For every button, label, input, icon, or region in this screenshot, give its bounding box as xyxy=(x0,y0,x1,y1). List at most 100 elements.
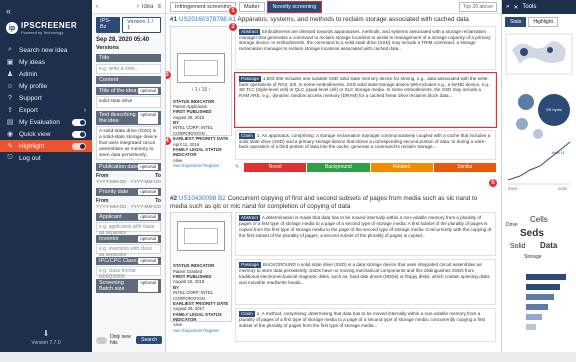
inventor-label: Inventor optional xyxy=(96,234,161,243)
year-start: 2003 xyxy=(508,186,518,191)
patent-body-1: ‹ 1 / 15 › STATUS INDICATOR Patent Appli… xyxy=(170,25,497,172)
passage-block-1[interactable]: Passage 1,503 000 includes one suitable S… xyxy=(234,71,497,128)
tab-stats[interactable]: Stats xyxy=(505,17,527,27)
nav-item-search-new-idea[interactable]: ⌕ Search new idea xyxy=(0,44,92,56)
svg-text:Storage: Storage xyxy=(524,254,542,260)
nav-item-highlight[interactable]: ✎ Highlight xyxy=(0,140,92,152)
brand-name: IPSCREENER xyxy=(21,21,78,30)
collapse-nav-icon[interactable]: « xyxy=(6,6,11,16)
patent-result-1: #1 US20160378798 A1 Apparatus, systems, … xyxy=(170,16,497,172)
bubble-chart: SK hynix xyxy=(516,94,570,139)
screening-tabs: Infringement screening Matter Novelty sc… xyxy=(166,0,501,14)
claim-block-1[interactable]: Claim 1. An apparatus, comprising: a stor… xyxy=(235,129,496,160)
logo-mark-icon: ip xyxy=(6,22,18,34)
side-navigation: « ip IPSCREENER Powered by Technology ⌕ S… xyxy=(0,0,92,352)
priority-range-inputs[interactable]: YYYY-MM-DD YYYY-MM-DD xyxy=(92,205,165,210)
panel-footer: Only new hits Search xyxy=(96,334,162,346)
timeline-chart: 2003 2020 Intel 11 xyxy=(507,141,572,191)
content-label: Content xyxy=(96,76,161,84)
tab-highlight[interactable]: Highlight xyxy=(528,17,558,27)
back-icon[interactable]: ‹ xyxy=(96,4,98,10)
idea-title-field[interactable]: solid state drive xyxy=(96,96,161,108)
highlight-toggle[interactable] xyxy=(72,142,86,150)
nav-item-export[interactable]: ⇪ Export › xyxy=(0,104,92,116)
applicant-input[interactable]: e.g. applicants with class as separator xyxy=(96,221,161,236)
patent-title-2[interactable]: #2 US10430098 B2 Concurrent copying of f… xyxy=(170,195,496,210)
menu-icon[interactable]: ≡ xyxy=(157,4,161,10)
versions-link[interactable]: Versions xyxy=(92,44,165,52)
drawing-figure xyxy=(177,221,225,252)
tools-tabs: Stats Highlight xyxy=(502,14,576,30)
top-results-dropdown[interactable]: Top 20 above xyxy=(458,1,497,12)
nav-item-admin[interactable]: ♟ Admin xyxy=(0,68,92,80)
panel-header: ‹ ♀ Idea ≡ xyxy=(92,0,165,14)
patent-drawing-2[interactable]: STATUS INDICATOR Patent Granted FIRST PU… xyxy=(170,212,232,333)
nav-item-my-ideas[interactable]: ▣ My ideas xyxy=(0,56,92,68)
evaluation-toggle[interactable] xyxy=(72,118,86,126)
category-related-button[interactable]: Related xyxy=(370,162,433,172)
quick-view-toggle[interactable] xyxy=(72,130,86,138)
pub-range-labels: From To xyxy=(96,172,161,179)
pub-range-inputs[interactable]: YYYY-MM-DD YYYY-MM-DD xyxy=(92,180,165,185)
svg-text:SK hynix: SK hynix xyxy=(546,107,562,112)
abstract-block-2[interactable]: Abstract A determination is made that dat… xyxy=(235,212,496,257)
svg-text:Cells: Cells xyxy=(530,215,548,224)
nav-item-support[interactable]: ? Support xyxy=(0,92,92,104)
section-header-title: Title of the idea optional xyxy=(96,87,161,95)
patent-drawing-1[interactable]: ‹ 1 / 15 › STATUS INDICATOR Patent Appli… xyxy=(170,25,232,168)
claim-block-2[interactable]: Claim 1. A method, comprising: determinin… xyxy=(235,308,496,343)
brand-logo: ip IPSCREENER Powered by Technology xyxy=(6,20,86,36)
annotation-badge-1: 1 xyxy=(228,6,238,16)
title-input[interactable]: e.g. write a note... xyxy=(96,64,161,74)
drawing-pager[interactable]: ‹ 1 / 15 › xyxy=(177,87,225,93)
applicant-label: Applicant optional xyxy=(96,212,161,221)
map-graphic xyxy=(505,33,573,75)
tools-panel: » ✕ Tools Stats Highlight SK hynix 2003 … xyxy=(501,0,576,352)
chart-icon: ▤ xyxy=(6,119,14,126)
tab-novelty[interactable]: Novelty screening xyxy=(266,0,323,13)
tools-icon: ✕ xyxy=(513,4,519,11)
annotation-badge-5: 5 xyxy=(488,178,498,188)
patent-meta-1: STATUS INDICATOR Patent Application FIRS… xyxy=(173,98,229,168)
version-dropdown[interactable]: Version 1 / 1 xyxy=(122,17,161,33)
svg-text:Data: Data xyxy=(540,241,558,250)
tab-infringement[interactable]: Infringement screening xyxy=(170,1,236,12)
nav-item-my-profile[interactable]: ☺ My profile xyxy=(0,80,92,92)
tools-header: » ✕ Tools xyxy=(502,0,576,14)
tab-matter[interactable]: Matter xyxy=(238,1,265,12)
nav-item-log-out[interactable]: ⎋ Log out xyxy=(0,152,92,164)
expand-icon[interactable]: » xyxy=(506,4,509,10)
svg-text:Solid: Solid xyxy=(510,243,526,250)
screening-batch-label: Screening Batch size optional xyxy=(96,278,161,293)
patent-body-2: STATUS INDICATOR Patent Granted FIRST PU… xyxy=(170,212,496,343)
ip-chip[interactable]: IPS-Bz xyxy=(96,17,121,33)
edit-icon[interactable]: ✎ xyxy=(235,164,243,170)
inventor-input[interactable]: e.g. inventors with class as separator xyxy=(96,243,161,258)
patent-meta-2: STATUS INDICATOR Patent Granted FIRST PU… xyxy=(173,263,229,333)
only-new-toggle[interactable] xyxy=(96,336,107,344)
pin-icon: ⬇ xyxy=(42,329,50,338)
brand-tagline: Powered by Technology xyxy=(21,30,64,35)
patent-text-blocks-2: Abstract A determination is made that dat… xyxy=(235,212,496,343)
question-icon: ? xyxy=(8,94,12,102)
abstract-block-1[interactable]: Abstract Embodiments are directed towards… xyxy=(235,25,496,70)
search-button[interactable]: Search xyxy=(136,336,162,344)
patent-title-1[interactable]: #1 US20160378798 A1 Apparatus, systems, … xyxy=(170,16,496,24)
version-selector: IPS-Bz Version 1 / 1 xyxy=(92,14,165,36)
evaluation-category-bar: ✎ Novel Background Related Similar xyxy=(235,162,496,172)
category-background-button[interactable]: Background xyxy=(307,162,370,172)
idea-description-field[interactable]: A solid-state drive (SSD) is a solid-sta… xyxy=(96,125,161,160)
drawing-figure xyxy=(177,52,225,83)
passage-block-2[interactable]: Passage BACKGROUND A solid state drive (S… xyxy=(235,259,496,306)
category-similar-button[interactable]: Similar xyxy=(433,162,496,172)
category-novel-button[interactable]: Novel xyxy=(244,162,307,172)
nav-item-my-evaluation[interactable]: ▤ My Evaluation xyxy=(0,116,92,128)
ipc-input[interactable]: e.g. class format G06Q30/06 xyxy=(96,265,161,280)
nav-item-quick-view[interactable]: ◉ Quick view xyxy=(0,128,92,140)
idea-title: ♀ Idea xyxy=(135,3,154,10)
person-icon: ♟ xyxy=(6,71,14,78)
chevron-right-icon: › xyxy=(83,106,86,114)
priority-range-labels: From To xyxy=(96,197,161,204)
pencil-icon: ✎ xyxy=(7,143,13,150)
user-icon: ☺ xyxy=(6,82,14,90)
